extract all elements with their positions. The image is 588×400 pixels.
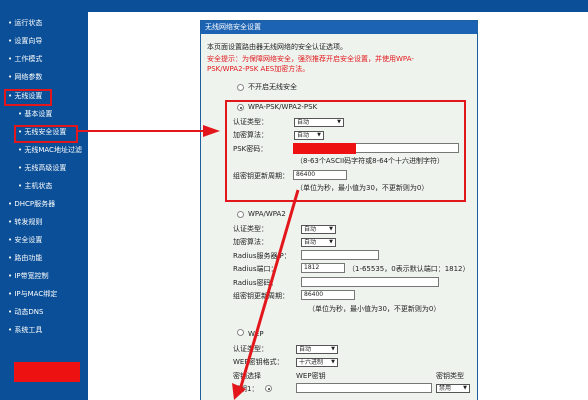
- wpa-psk-renew-label: 组密钥更新周期：: [233, 172, 289, 180]
- wpa-renew-hint: （单位为秒，最小值为30，不更新则为0）: [308, 305, 441, 313]
- no-security-label: 不开启无线安全: [248, 83, 297, 91]
- sidebar-item-security[interactable]: • 安全设置: [8, 236, 42, 245]
- sidebar-item-wireless-advanced[interactable]: • 无线高级设置: [18, 164, 66, 173]
- sidebar-item-host-status[interactable]: • 主机状态: [18, 182, 52, 191]
- wpa-radio[interactable]: [237, 211, 244, 218]
- top-bar: [0, 0, 588, 12]
- wep-auth-label: 认证类型：: [233, 345, 268, 353]
- wpa-psk-renew-input[interactable]: 86400: [293, 170, 347, 180]
- sidebar-item-status[interactable]: • 运行状态: [8, 19, 42, 28]
- wpa-psk-label: WPA-PSK/WPA2-PSK: [248, 103, 318, 111]
- panel-title: 无线网络安全设置: [201, 21, 477, 34]
- sidebar-item-mac-filter[interactable]: • 无线MAC地址过滤: [18, 146, 82, 155]
- wep-col-key: WEP密钥: [296, 372, 326, 380]
- sidebar-item-ip-mac-binding[interactable]: • IP与MAC绑定: [8, 290, 57, 299]
- sidebar-item-system-tools[interactable]: • 系统工具: [8, 326, 42, 335]
- wpa-auth-label: 认证类型：: [233, 225, 268, 233]
- radius-port-label: Radius端口：: [233, 265, 278, 273]
- content-gutter: [88, 12, 200, 400]
- sidebar-item-wizard[interactable]: • 设置向导: [8, 37, 42, 46]
- sidebar-menu: • 运行状态 • 设置向导 • 工作模式 • 网络参数 • 无线设置 • 基本设…: [0, 12, 88, 400]
- wep-key1-input[interactable]: [296, 383, 432, 393]
- wep-label: WEP: [248, 330, 264, 338]
- sidebar-item-ddns[interactable]: • 动态DNS: [8, 308, 43, 317]
- wpa-auth-select[interactable]: 自动 ▼: [301, 225, 336, 234]
- wpa-psk-enc-label: 加密算法：: [233, 131, 268, 139]
- intro-text: 本页面设置路由器无线网络的安全认证选项。: [207, 43, 347, 51]
- wpa-psk-renew-hint: （单位为秒，最小值为30，不更新则为0）: [296, 184, 429, 192]
- radius-password-label: Radius密码：: [233, 279, 278, 287]
- wep-key1-type-select[interactable]: 禁用 ▼: [436, 384, 470, 393]
- wep-key1-label: 密钥1：: [233, 385, 259, 393]
- wpa-renew-label: 组密钥更新周期：: [233, 292, 289, 300]
- wep-format-select[interactable]: 十六进制 ▼: [296, 358, 338, 367]
- sidebar-item-forwarding[interactable]: • 转发规则: [8, 218, 42, 227]
- sidebar-item-basic[interactable]: • 基本设置: [18, 110, 52, 119]
- sidebar-item-dhcp[interactable]: • DHCP服务器: [8, 200, 55, 209]
- wep-auth-select[interactable]: 自动 ▼: [296, 345, 338, 354]
- radius-ip-input[interactable]: [301, 250, 379, 260]
- radius-password-input[interactable]: [301, 277, 439, 287]
- tip-text-line1: 安全提示：为保障网络安全，强烈推荐开启安全设置，并使用WPA-: [207, 55, 414, 63]
- psk-redaction: [293, 143, 356, 154]
- wpa-renew-input[interactable]: 86400: [301, 290, 355, 300]
- sidebar-item-bandwidth[interactable]: • IP带宽控制: [8, 272, 49, 281]
- psk-password-label: PSK密码：: [233, 145, 268, 153]
- radius-ip-label: Radius服务器IP：: [233, 252, 291, 260]
- psk-hint: （8-63个ASCII码字符或8-64个十六进制字符）: [296, 157, 445, 165]
- wpa-enc-label: 加密算法：: [233, 238, 268, 246]
- wep-col-select: 密钥选择: [233, 372, 261, 380]
- wpa-enc-select[interactable]: 自动 ▼: [301, 238, 336, 247]
- wep-radio[interactable]: [237, 329, 244, 336]
- radius-port-hint: （1-65535，0表示默认端口：1812）: [348, 265, 470, 273]
- redacted-block: [14, 362, 80, 382]
- sidebar-item-work-mode[interactable]: • 工作模式: [8, 55, 42, 64]
- tip-text-line2: PSK/WPA2-PSK AES加密方法。: [207, 65, 310, 73]
- sidebar-item-network[interactable]: • 网络参数: [8, 73, 42, 82]
- wireless-highlight-box: [4, 89, 52, 106]
- wpa-psk-auth-select[interactable]: 自动 ▼: [294, 118, 344, 127]
- wep-col-type: 密钥类型: [436, 372, 464, 380]
- radius-port-input[interactable]: 1812: [301, 263, 345, 273]
- sidebar-item-routing[interactable]: • 路由功能: [8, 254, 42, 263]
- wep-format-label: WEP密钥格式：: [233, 358, 284, 366]
- wep-key1-radio[interactable]: [265, 385, 272, 392]
- wpa-label: WPA/WPA2: [248, 210, 286, 218]
- wpa-psk-enc-select[interactable]: 自动 ▼: [294, 131, 324, 140]
- wpa-psk-radio[interactable]: [237, 104, 244, 111]
- no-security-radio[interactable]: [237, 84, 244, 91]
- wpa-psk-auth-label: 认证类型：: [233, 118, 268, 126]
- security-highlight-box: [14, 125, 78, 143]
